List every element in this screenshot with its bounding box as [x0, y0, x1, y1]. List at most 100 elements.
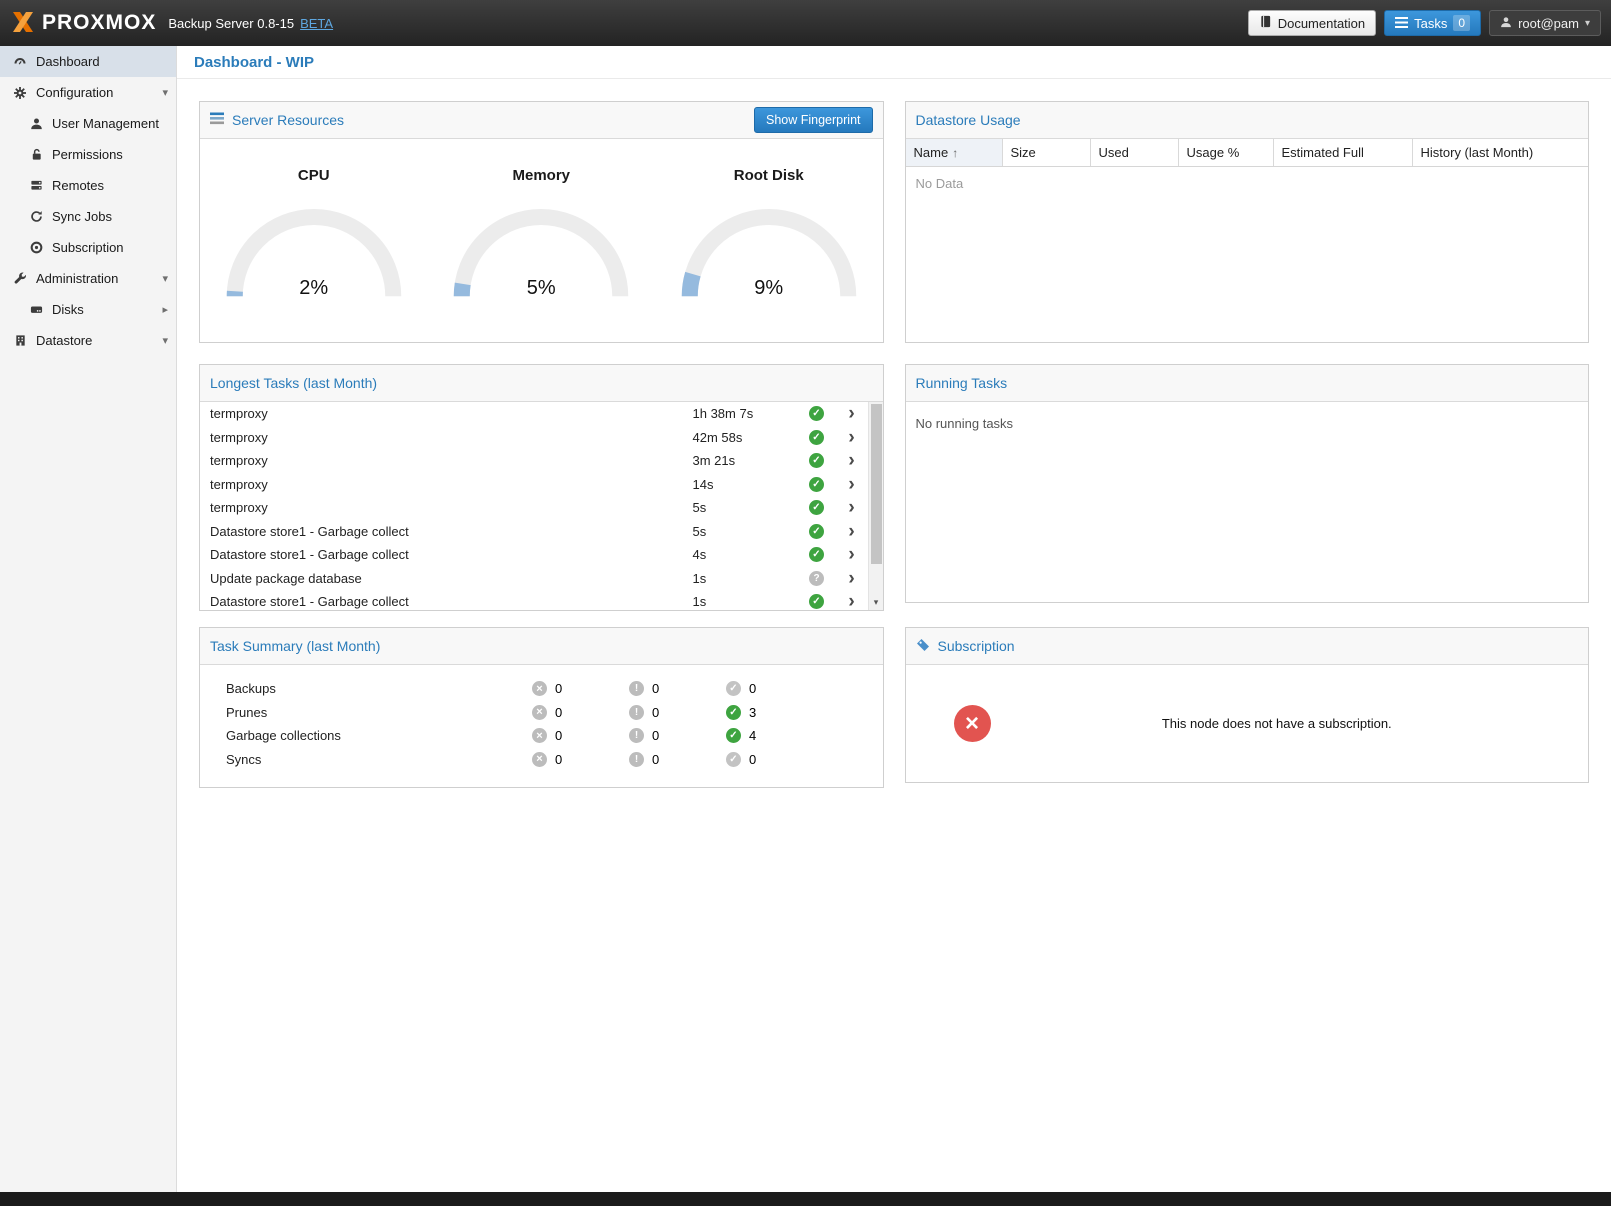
expander-down-icon[interactable]: ▾: [162, 272, 168, 285]
ok-count: 4: [749, 728, 756, 743]
column-header-name[interactable]: Name↑: [906, 139, 1003, 166]
refresh-icon: [28, 210, 44, 223]
dashboard-content: Server Resources Show Fingerprint CPU 2%: [177, 79, 1611, 1192]
task-duration: 5s: [693, 500, 798, 515]
scrollbar-down-arrow[interactable]: ▾: [869, 595, 883, 610]
beta-link[interactable]: BETA: [300, 16, 333, 31]
chevron-right-icon[interactable]: ›: [836, 522, 868, 541]
task-duration: 1h 38m 7s: [693, 406, 798, 421]
sidebar-item-label: User Management: [52, 116, 159, 131]
task-row[interactable]: termproxy 5s ›: [200, 496, 868, 520]
datastore-usage-title: Datastore Usage: [916, 112, 1021, 128]
root-disk-gauge: Root Disk 9%: [655, 155, 883, 342]
scrollbar-thumb[interactable]: [871, 404, 882, 564]
user-icon: [28, 117, 44, 130]
chevron-right-icon[interactable]: ›: [836, 545, 868, 564]
chevron-right-icon[interactable]: ›: [836, 475, 868, 494]
task-status-icon: [809, 524, 824, 539]
summary-label: Garbage collections: [200, 728, 532, 743]
gauges-row: CPU 2% Memory 5%: [200, 139, 883, 342]
expander-down-icon[interactable]: ▾: [162, 334, 168, 347]
column-header-size[interactable]: Size: [1003, 139, 1091, 166]
hdd-icon: [28, 303, 44, 316]
longest-tasks-panel: Longest Tasks (last Month) termproxy 1h …: [199, 364, 884, 611]
sidebar-item-permissions[interactable]: Permissions: [0, 139, 176, 170]
task-name: Update package database: [200, 571, 693, 586]
chevron-right-icon[interactable]: ›: [836, 498, 868, 517]
subscription-panel: Subscription × This node does not have a…: [905, 627, 1590, 783]
task-summary-body: Backups 0 0 0 Prunes 0 0 3: [200, 665, 883, 783]
column-header-used[interactable]: Used: [1091, 139, 1179, 166]
expander-down-icon[interactable]: ▾: [162, 86, 168, 99]
column-header-usage[interactable]: Usage %: [1179, 139, 1274, 166]
task-status-icon: [809, 594, 824, 609]
task-row[interactable]: termproxy 14s ›: [200, 473, 868, 497]
sidebar-item-label: Administration: [36, 271, 118, 286]
task-name: Datastore store1 - Garbage collect: [200, 524, 693, 539]
task-name: termproxy: [200, 453, 693, 468]
error-count: 0: [555, 705, 562, 720]
gauge-value: 5%: [446, 277, 636, 300]
task-name: Datastore store1 - Garbage collect: [200, 594, 693, 609]
task-status-icon: [809, 453, 824, 468]
sidebar-item-label: Subscription: [52, 240, 124, 255]
gauge-label: Root Disk: [734, 167, 804, 184]
task-row[interactable]: Datastore store1 - Garbage collect 1s ›: [200, 590, 868, 610]
error-count-icon: [532, 705, 547, 720]
cpu-gauge: CPU 2%: [200, 155, 428, 342]
chevron-right-icon[interactable]: ›: [836, 592, 868, 610]
column-header-history[interactable]: History (last Month): [1413, 139, 1589, 166]
server-resources-icon: [210, 112, 224, 128]
tasks-button[interactable]: Tasks 0: [1384, 10, 1481, 36]
sidebar-item-user-management[interactable]: User Management: [0, 108, 176, 139]
task-duration: 5s: [693, 524, 798, 539]
sidebar-item-remotes[interactable]: Remotes: [0, 170, 176, 201]
gauge-value: 9%: [674, 277, 864, 300]
longest-tasks-list: termproxy 1h 38m 7s › termproxy 42m 58s: [200, 402, 883, 610]
sidebar-item-datastore[interactable]: Datastore ▾: [0, 325, 176, 356]
sidebar-item-subscription[interactable]: Subscription: [0, 232, 176, 263]
ok-count-icon: [726, 728, 741, 743]
documentation-label: Documentation: [1278, 16, 1365, 31]
warning-count-icon: [629, 752, 644, 767]
show-fingerprint-button[interactable]: Show Fingerprint: [754, 107, 873, 133]
task-row[interactable]: termproxy 1h 38m 7s ›: [200, 402, 868, 426]
ok-count: 3: [749, 705, 756, 720]
sidebar-item-configuration[interactable]: Configuration ▾: [0, 77, 176, 108]
task-row[interactable]: Update package database 1s ›: [200, 567, 868, 591]
user-menu-button[interactable]: root@pam ▾: [1489, 10, 1601, 36]
warning-count: 0: [652, 705, 659, 720]
task-row[interactable]: termproxy 3m 21s ›: [200, 449, 868, 473]
task-duration: 3m 21s: [693, 453, 798, 468]
task-row[interactable]: Datastore store1 - Garbage collect 5s ›: [200, 520, 868, 544]
error-count-icon: [532, 681, 547, 696]
summary-label: Syncs: [200, 752, 532, 767]
sidebar-item-dashboard[interactable]: Dashboard: [0, 46, 176, 77]
summary-row: Garbage collections 0 0 4: [200, 724, 883, 748]
warning-count-icon: [629, 705, 644, 720]
sidebar-item-sync-jobs[interactable]: Sync Jobs: [0, 201, 176, 232]
task-duration: 14s: [693, 477, 798, 492]
chevron-right-icon[interactable]: ›: [836, 451, 868, 470]
chevron-right-icon[interactable]: ›: [836, 569, 868, 588]
sort-asc-icon: ↑: [952, 146, 958, 160]
chevron-right-icon[interactable]: ›: [836, 404, 868, 423]
sidebar-item-disks[interactable]: Disks ▸: [0, 294, 176, 325]
running-tasks-panel: Running Tasks No running tasks: [905, 364, 1590, 603]
task-row[interactable]: Datastore store1 - Garbage collect 4s ›: [200, 543, 868, 567]
ticket-icon: [916, 638, 930, 655]
scrollbar[interactable]: ▾: [868, 402, 883, 610]
main-area: Dashboard - WIP Server Resources Show Fi…: [177, 46, 1611, 1192]
tasks-count-badge: 0: [1453, 15, 1470, 31]
expander-right-icon[interactable]: ▸: [162, 303, 168, 316]
bottom-window-strip: [0, 1192, 1611, 1206]
support-icon: [28, 241, 44, 254]
brand-name: PROXMOX: [42, 11, 156, 35]
chevron-right-icon[interactable]: ›: [836, 428, 868, 447]
sidebar-item-administration[interactable]: Administration ▾: [0, 263, 176, 294]
column-header-estimated-full[interactable]: Estimated Full: [1274, 139, 1413, 166]
documentation-button[interactable]: Documentation: [1248, 10, 1376, 36]
building-icon: [12, 334, 28, 347]
task-row[interactable]: termproxy 42m 58s ›: [200, 426, 868, 450]
task-name: termproxy: [200, 500, 693, 515]
